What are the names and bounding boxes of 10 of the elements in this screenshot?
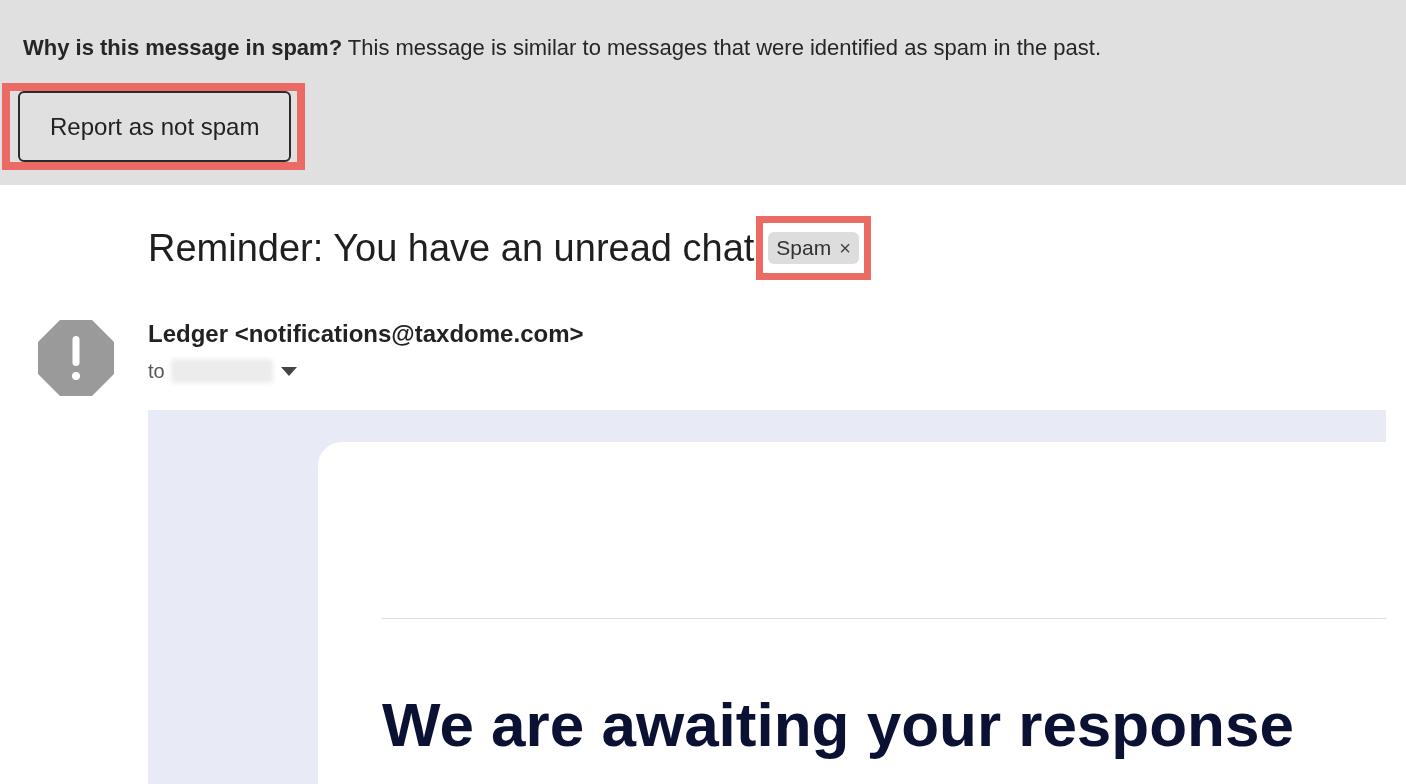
sender-name: Ledger <notifications@taxdome.com> bbox=[148, 319, 584, 349]
recipient-label: to bbox=[148, 359, 165, 384]
remove-label-button[interactable]: × bbox=[839, 237, 851, 258]
warning-octagon-icon bbox=[38, 320, 114, 396]
dropdown-caret-icon[interactable] bbox=[280, 366, 297, 376]
email-subject: Reminder: You have an unread chat bbox=[148, 225, 755, 270]
report-not-spam-button[interactable]: Report as not spam bbox=[18, 91, 292, 162]
label-text: Spam bbox=[776, 234, 832, 261]
email-heading: We are awaiting your response bbox=[382, 689, 1295, 761]
spam-reason-text: Why is this message in spam? This message is similar to messages that were identified as spam in the past. bbox=[22, 34, 1103, 62]
